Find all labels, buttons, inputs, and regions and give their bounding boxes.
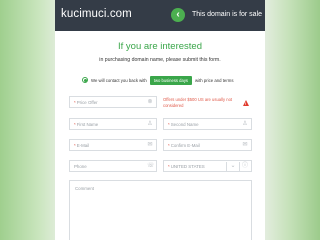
first-name-input[interactable]: * First Name ♙: [69, 118, 157, 130]
contact-pill: two business days: [149, 75, 193, 85]
phone-input[interactable]: Phone ☏: [69, 160, 157, 172]
back-arrow-icon[interactable]: ‹: [171, 8, 185, 22]
warning-icon: [243, 100, 249, 106]
comment-textarea[interactable]: Comment: [69, 180, 252, 240]
contact-notice: We will contact you back with two busine…: [82, 75, 233, 85]
phone-icon: ☏: [147, 163, 155, 169]
contact-radio-icon[interactable]: [82, 77, 88, 83]
envelope-icon: ✉: [242, 142, 248, 148]
price-offer-placeholder: Price Offer: [76, 99, 98, 105]
country-value: UNITED STATES: [170, 163, 205, 169]
form-subheading: in purchasing domain name, please submit…: [99, 57, 221, 63]
sale-form-card: kucimuci.com ‹ This domain is for sale I…: [55, 0, 265, 240]
for-sale-label: This domain is for sale: [192, 11, 263, 18]
person-icon: ♙: [147, 121, 153, 127]
second-name-input[interactable]: * Second Name ♙: [163, 118, 252, 130]
email-input[interactable]: * E-Mail ✉: [69, 139, 157, 151]
envelope-icon: ✉: [147, 142, 153, 148]
header-bar: kucimuci.com ‹ This domain is for sale: [55, 0, 265, 31]
comment-placeholder: Comment: [75, 186, 95, 191]
info-icon: ⓘ: [242, 163, 249, 169]
confirm-email-input[interactable]: * Confirm E-Mail ✉: [163, 139, 252, 151]
person-icon: ♙: [242, 121, 248, 127]
phone-placeholder: Phone: [74, 163, 87, 169]
country-select[interactable]: * UNITED STATES ⌄ ⓘ: [163, 160, 252, 172]
chevron-down-icon[interactable]: ⌄: [230, 163, 236, 169]
confirm-email-placeholder: Confirm E-Mail: [170, 142, 200, 148]
contact-prefix: We will contact you back with: [91, 77, 147, 83]
price-error-message: Offers under $500 US are usually not con…: [163, 97, 233, 108]
first-name-placeholder: First Name: [76, 121, 99, 127]
form-heading: If you are interested: [118, 41, 202, 52]
contact-suffix: with price and terms: [195, 77, 234, 83]
circle-x-icon[interactable]: ⊗: [147, 99, 153, 105]
email-placeholder: E-Mail: [76, 142, 90, 148]
domain-name: kucimuci.com: [61, 8, 132, 20]
price-offer-input[interactable]: * Price Offer ⊗: [69, 96, 157, 108]
second-name-placeholder: Second Name: [170, 121, 199, 127]
